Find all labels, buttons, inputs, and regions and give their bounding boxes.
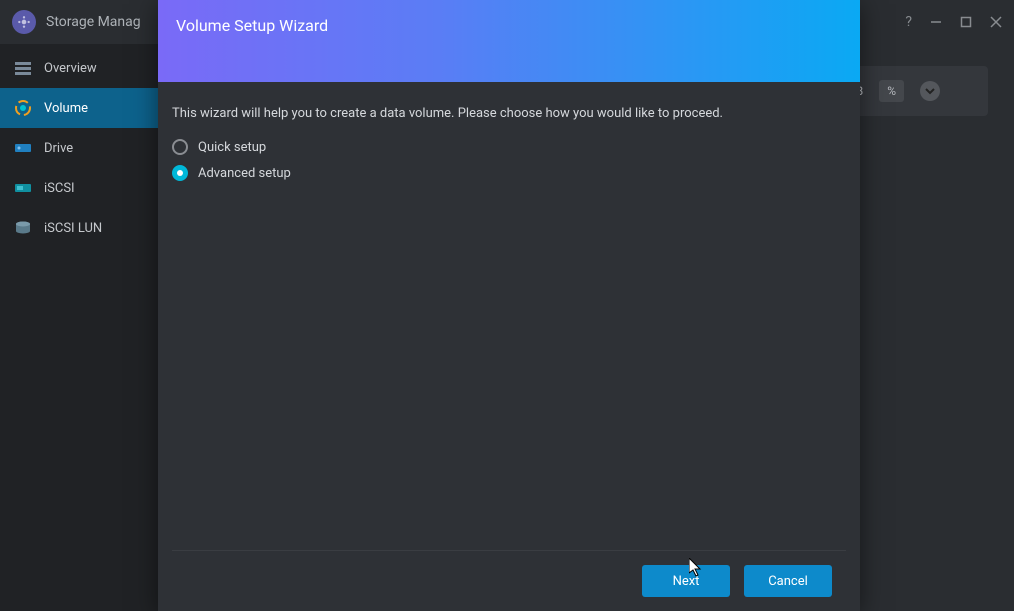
iscsi-icon	[14, 179, 32, 197]
minimize-icon[interactable]	[930, 16, 942, 28]
overview-icon	[14, 59, 32, 77]
app-icon	[12, 10, 36, 34]
modal-title: Volume Setup Wizard	[176, 16, 328, 35]
cancel-button[interactable]: Cancel	[744, 565, 832, 597]
sidebar-item-label: Volume	[44, 101, 88, 116]
modal-body: This wizard will help you to create a da…	[158, 82, 860, 550]
close-icon[interactable]	[990, 16, 1002, 28]
sidebar: Overview Volume Drive iSCSI	[0, 44, 160, 611]
setup-mode-radio-group: Quick setup Advanced setup	[172, 139, 846, 181]
volume-icon	[14, 99, 32, 117]
modal-header: Volume Setup Wizard	[158, 0, 860, 82]
maximize-icon[interactable]	[960, 16, 972, 28]
titlebar-left: Storage Manag	[12, 10, 141, 34]
help-icon[interactable]: ?	[905, 14, 912, 30]
iscsi-lun-icon	[14, 219, 32, 237]
sidebar-item-iscsi[interactable]: iSCSI	[0, 168, 160, 208]
sidebar-item-overview[interactable]: Overview	[0, 48, 160, 88]
radio-icon	[172, 139, 188, 155]
radio-icon	[172, 165, 188, 181]
radio-advanced-setup[interactable]: Advanced setup	[172, 165, 846, 181]
sidebar-item-label: Overview	[44, 61, 97, 76]
radio-label: Advanced setup	[198, 166, 291, 181]
app-title: Storage Manag	[46, 14, 141, 30]
sidebar-item-volume[interactable]: Volume	[0, 88, 160, 128]
sidebar-item-drive[interactable]: Drive	[0, 128, 160, 168]
volume-setup-wizard-dialog: Volume Setup Wizard This wizard will hel…	[158, 0, 860, 611]
sidebar-item-label: Drive	[44, 141, 73, 156]
drive-icon	[14, 139, 32, 157]
radio-quick-setup[interactable]: Quick setup	[172, 139, 846, 155]
modal-description: This wizard will help you to create a da…	[172, 106, 846, 121]
sidebar-item-iscsi-lun[interactable]: iSCSI LUN	[0, 208, 160, 248]
sidebar-item-label: iSCSI LUN	[44, 221, 102, 236]
modal-footer: Next Cancel	[172, 550, 846, 611]
sidebar-item-label: iSCSI	[44, 181, 75, 196]
window-controls: ?	[905, 14, 1002, 30]
storage-percent: %	[879, 80, 904, 102]
radio-label: Quick setup	[198, 140, 266, 155]
chevron-down-icon[interactable]	[920, 81, 940, 101]
next-button[interactable]: Next	[642, 565, 730, 597]
